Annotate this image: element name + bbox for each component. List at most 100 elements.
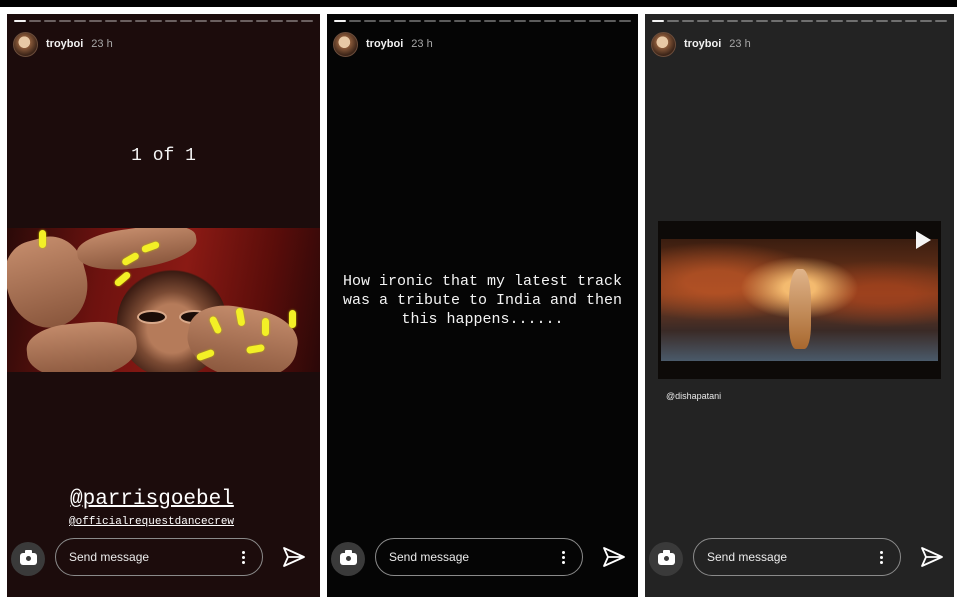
video-thumbnail: [661, 239, 938, 361]
progress-segment: [652, 20, 664, 22]
nail-graphic: [39, 230, 46, 248]
progress-segment: [285, 20, 298, 22]
progress-segment: [44, 20, 57, 22]
story-panel-3[interactable]: troyboi 23 h @dishapatani Send message: [645, 14, 954, 597]
more-vertical-icon[interactable]: [556, 550, 570, 564]
username[interactable]: troyboi: [46, 38, 83, 50]
progress-segment: [574, 20, 586, 22]
shared-video-post[interactable]: [658, 221, 941, 379]
progress-segment: [119, 20, 132, 22]
dancer-graphic: [789, 269, 811, 349]
mention-tag[interactable]: @parrisgoebel: [70, 488, 234, 511]
progress-segment: [334, 20, 346, 22]
username[interactable]: troyboi: [684, 38, 721, 50]
eye-graphic: [137, 310, 167, 324]
progress-segment: [454, 20, 466, 22]
progress-segment: [815, 20, 828, 22]
progress-segment: [589, 20, 601, 22]
progress-segment: [409, 20, 421, 22]
message-placeholder: Send message: [69, 550, 150, 564]
progress-segment: [771, 20, 784, 22]
send-icon[interactable]: [920, 545, 944, 569]
progress-segment: [424, 20, 436, 22]
progress-segment: [681, 20, 694, 22]
progress-segment: [240, 20, 253, 22]
progress-segment: [134, 20, 147, 22]
progress-segment: [529, 20, 541, 22]
progress-segment: [619, 20, 631, 22]
progress-segment: [514, 20, 526, 22]
send-message-input[interactable]: Send message: [693, 538, 901, 576]
mention-tag[interactable]: @dishapatani: [666, 391, 721, 401]
avatar[interactable]: [651, 31, 676, 57]
progress-segment: [860, 20, 873, 22]
progress-segment: [845, 20, 858, 22]
post-time: 23 h: [411, 38, 433, 50]
camera-icon: [19, 550, 37, 565]
progress-segment: [210, 20, 223, 22]
send-icon[interactable]: [282, 545, 306, 569]
story-panel-1[interactable]: troyboi 23 h 1 of 1 @parrisgoebel @offic…: [7, 14, 320, 597]
story-image: [7, 228, 320, 372]
progress-segment: [741, 20, 754, 22]
message-placeholder: Send message: [389, 550, 470, 564]
camera-icon: [339, 550, 357, 565]
more-vertical-icon[interactable]: [874, 550, 888, 564]
camera-icon: [657, 550, 675, 565]
story-text: 1 of 1: [131, 146, 196, 166]
story-header: troyboi 23 h: [333, 31, 433, 57]
progress-segment: [469, 20, 481, 22]
story-progress: [334, 20, 631, 22]
progress-segment: [786, 20, 799, 22]
progress-segment: [756, 20, 769, 22]
progress-segment: [180, 20, 193, 22]
top-border: [0, 0, 957, 7]
progress-segment: [484, 20, 496, 22]
progress-segment: [270, 20, 283, 22]
progress-segment: [255, 20, 268, 22]
send-icon[interactable]: [602, 545, 626, 569]
send-message-input[interactable]: Send message: [55, 538, 263, 576]
send-message-input[interactable]: Send message: [375, 538, 583, 576]
progress-segment: [920, 20, 933, 22]
progress-segment: [711, 20, 724, 22]
progress-segment: [875, 20, 888, 22]
story-text: How ironic that my latest track was a tr…: [342, 273, 623, 328]
progress-segment: [499, 20, 511, 22]
progress-segment: [104, 20, 117, 22]
progress-segment: [349, 20, 361, 22]
progress-segment: [905, 20, 918, 22]
progress-segment: [394, 20, 406, 22]
progress-segment: [439, 20, 451, 22]
more-vertical-icon[interactable]: [236, 550, 250, 564]
progress-segment: [801, 20, 813, 22]
progress-segment: [74, 20, 87, 22]
camera-button[interactable]: [649, 542, 683, 576]
post-time: 23 h: [729, 38, 751, 50]
progress-segment: [225, 20, 238, 22]
story-progress: [652, 20, 948, 22]
nail-graphic: [262, 318, 269, 336]
story-header: troyboi 23 h: [13, 31, 113, 57]
camera-button[interactable]: [331, 542, 365, 576]
play-icon[interactable]: [916, 231, 931, 249]
progress-segment: [195, 20, 208, 22]
progress-segment: [666, 20, 679, 22]
progress-segment: [559, 20, 571, 22]
camera-button[interactable]: [11, 542, 45, 576]
progress-segment: [29, 20, 42, 22]
mention-tag[interactable]: @officialrequestdancecrew: [69, 516, 234, 528]
progress-segment: [164, 20, 178, 22]
avatar[interactable]: [333, 31, 358, 57]
progress-segment: [300, 20, 313, 22]
story-progress: [14, 20, 313, 22]
avatar[interactable]: [13, 31, 38, 57]
progress-segment: [830, 20, 843, 22]
progress-segment: [890, 20, 903, 22]
progress-segment: [604, 20, 616, 22]
story-panel-2[interactable]: troyboi 23 h How ironic that my latest t…: [327, 14, 638, 597]
progress-segment: [696, 20, 709, 22]
username[interactable]: troyboi: [366, 38, 403, 50]
progress-segment: [726, 20, 739, 22]
progress-segment: [89, 20, 102, 22]
